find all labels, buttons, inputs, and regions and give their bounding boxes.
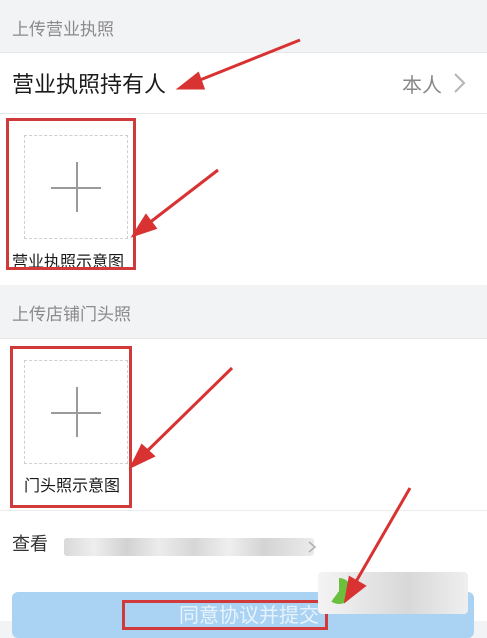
loading-icon (326, 578, 352, 604)
highlight-box-submit (122, 600, 328, 630)
storefront-section-title: 上传店铺门头照 (12, 305, 131, 325)
license-section-header: 上传营业执照 (0, 0, 487, 52)
storefront-section-header: 上传店铺门头照 (0, 285, 487, 338)
agreement-link-blurred[interactable] (64, 538, 314, 556)
license-holder-row[interactable]: 营业执照持有人 本人 (0, 52, 487, 114)
view-agreement-label[interactable]: 查看 (12, 530, 48, 556)
license-holder-value: 本人 (402, 73, 442, 97)
highlight-box-storefront (10, 346, 132, 508)
license-section-title: 上传营业执照 (12, 20, 114, 40)
highlight-box-license (6, 118, 136, 270)
chevron-right-icon (308, 541, 317, 553)
chevron-right-icon (454, 73, 466, 93)
license-holder-label: 营业执照持有人 (12, 73, 167, 98)
